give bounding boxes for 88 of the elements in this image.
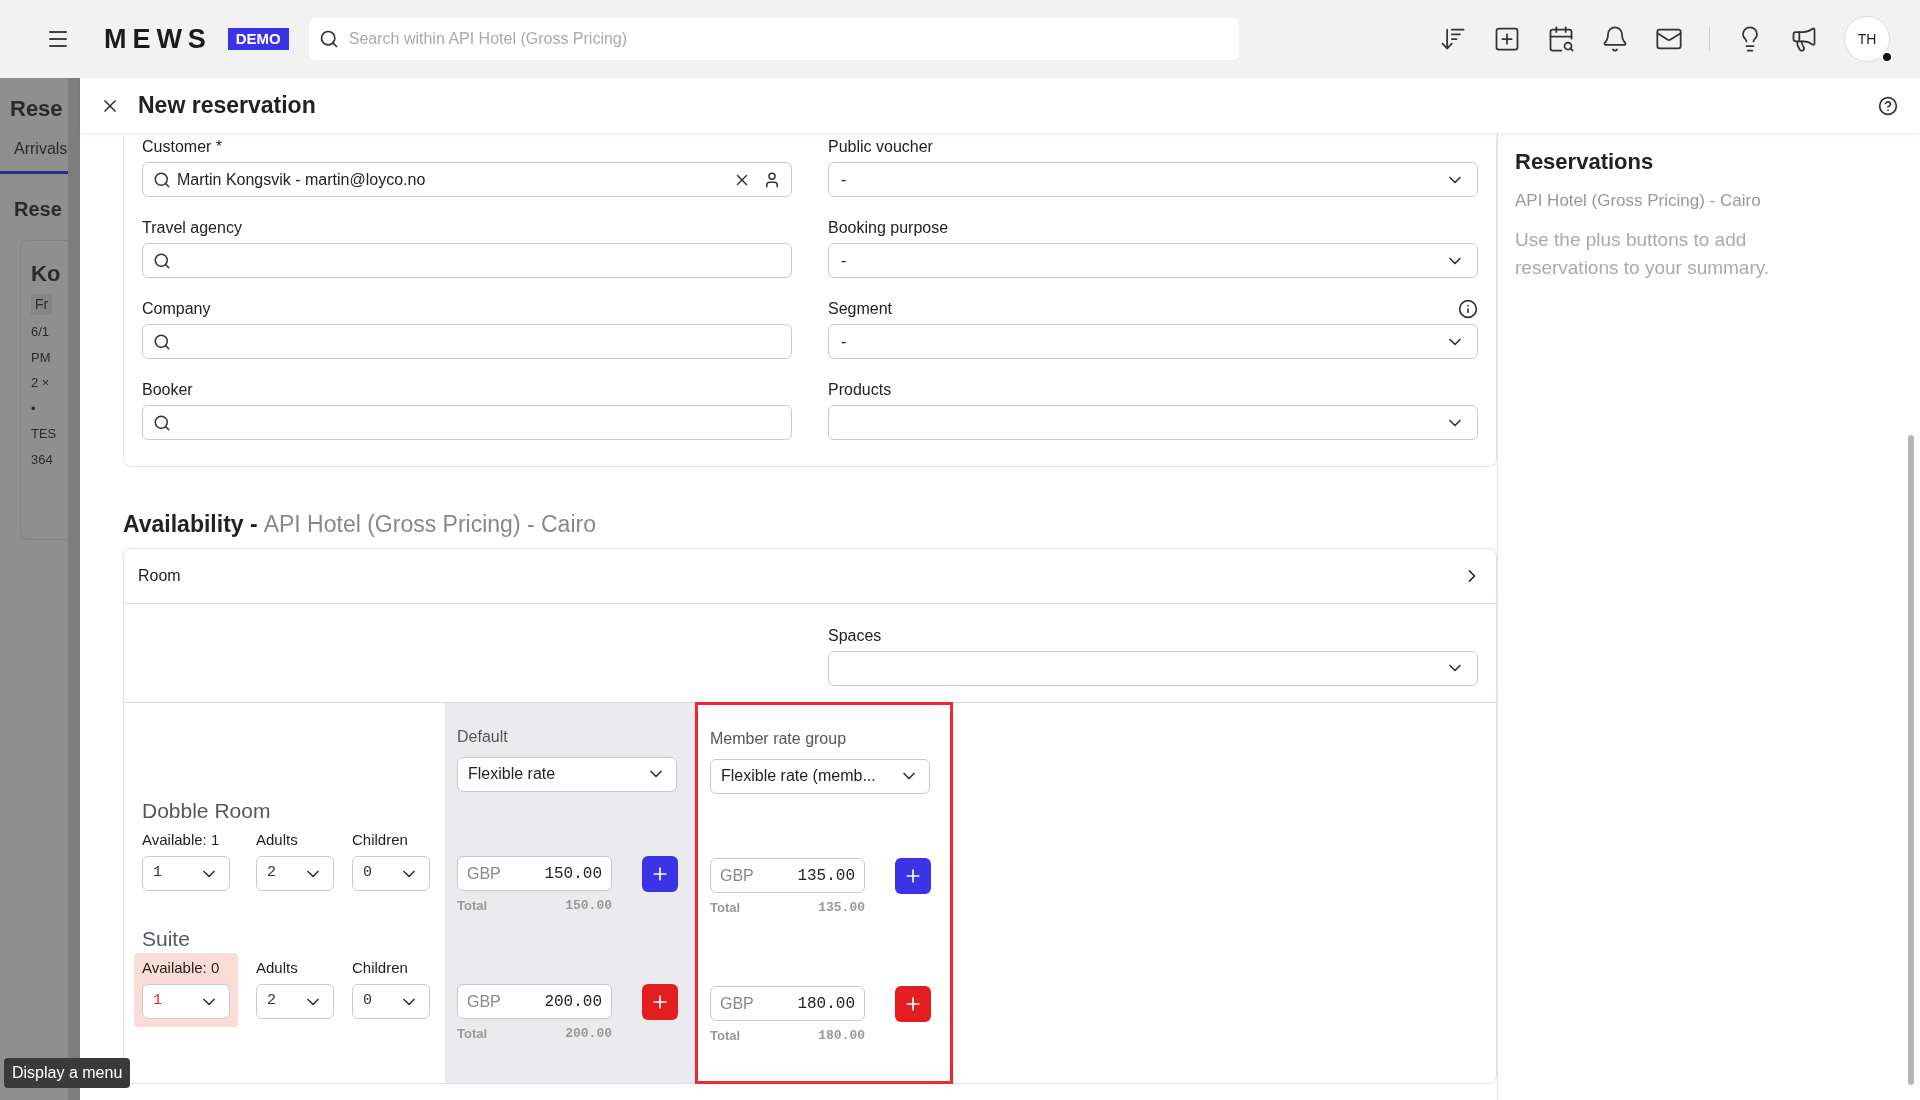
total-label: Total <box>710 1026 741 1045</box>
info-icon[interactable] <box>1458 299 1478 319</box>
field-label: Public voucher <box>828 137 933 157</box>
tooltip: Display a menu <box>4 1058 131 1088</box>
card-line: 364 <box>31 450 53 469</box>
price-field[interactable]: GBP 180.00 <box>710 986 865 1021</box>
field-label: Children <box>352 957 409 978</box>
field-label: Customer * <box>142 137 223 157</box>
children-select[interactable]: 0 <box>352 856 430 891</box>
field-label: Products <box>828 380 892 400</box>
search-field[interactable]: Martin Kongsvik - martin@loyco.no <box>142 162 792 197</box>
megaphone-icon[interactable] <box>1790 25 1818 53</box>
field-label: Adults <box>256 957 299 978</box>
adults-select[interactable]: 2 <box>256 984 334 1019</box>
field-label: Segment <box>828 299 893 319</box>
search-field[interactable] <box>142 324 792 359</box>
search-icon <box>153 170 171 189</box>
total-value: 135.00 <box>818 898 865 917</box>
hotel-name: API Hotel (Gross Pricing) - Cairo <box>263 510 596 539</box>
search-field[interactable] <box>142 243 792 278</box>
count-select[interactable]: 1 <box>142 856 230 891</box>
summary-hint: Use the plus buttons to add reservations to your summary. <box>1515 227 1771 280</box>
field-label: Booking purpose <box>828 218 949 238</box>
search-icon <box>153 413 171 432</box>
card-line: PM <box>31 348 51 367</box>
plus-square-icon[interactable] <box>1493 25 1521 53</box>
total-label: Total <box>710 898 741 917</box>
bell-icon[interactable] <box>1601 25 1629 53</box>
section-title: Rese <box>14 197 62 222</box>
field-label: Adults <box>256 829 299 850</box>
total-label: Total <box>457 1024 488 1043</box>
search-icon <box>153 251 171 270</box>
card-line: • <box>31 399 36 418</box>
modal-title: New reservation <box>138 91 316 121</box>
summary-hotel: API Hotel (Gross Pricing) - Cairo <box>1515 190 1762 212</box>
add-button[interactable] <box>642 855 678 892</box>
search-field[interactable]: Search within API Hotel (Gross Pricing) <box>308 18 1239 60</box>
select-field[interactable] <box>828 650 1478 686</box>
rate-group-name: Default <box>457 726 509 747</box>
field-label: Children <box>352 829 409 850</box>
summary-title: Reservations <box>1515 148 1655 176</box>
tab[interactable]: Arrivals <box>0 137 68 174</box>
price-field[interactable]: GBP 150.00 <box>457 856 612 891</box>
search-icon <box>153 332 171 351</box>
select-field[interactable] <box>828 405 1478 440</box>
price-field[interactable]: GBP 200.00 <box>457 984 612 1019</box>
rate-select[interactable]: Flexible rate (memb... <box>710 758 930 794</box>
total-value: 180.00 <box>818 1026 865 1045</box>
price-field[interactable]: GBP 135.00 <box>710 858 865 893</box>
rate-group-name: Member rate group <box>710 728 848 749</box>
logo: MEWS <box>104 22 212 56</box>
calendar-icon[interactable] <box>1547 25 1575 53</box>
select-field[interactable]: - <box>828 243 1478 278</box>
field-label: Available: 0 <box>142 957 221 978</box>
card-tag: Fr <box>31 294 53 315</box>
field-label: Company <box>142 299 211 319</box>
search-icon <box>318 29 339 49</box>
children-select[interactable]: 0 <box>352 984 430 1019</box>
total-label: Total <box>457 896 488 915</box>
avatar[interactable]: TH <box>1844 16 1890 62</box>
person-icon[interactable] <box>763 170 781 189</box>
field-label: Booker <box>142 380 193 400</box>
search-input[interactable]: Search within API Hotel (Gross Pricing) <box>348 27 1229 51</box>
card-line: 6/1 <box>31 323 50 341</box>
section-title: Availability - <box>123 510 258 539</box>
help-icon[interactable] <box>1878 95 1898 116</box>
select-field[interactable]: - <box>828 162 1478 197</box>
count-select[interactable]: 1 <box>142 984 230 1019</box>
card-line: 2 × <box>31 374 50 392</box>
field-label: Available: 1 <box>142 829 221 850</box>
card-line: TES <box>31 425 57 443</box>
rate-select[interactable]: Flexible rate <box>457 756 677 792</box>
room-row[interactable]: Room <box>124 548 1496 604</box>
add-button[interactable] <box>642 983 678 1020</box>
demo-badge: DEMO <box>227 27 289 51</box>
page-title: Rese <box>10 95 63 123</box>
room-name: Dobble Room <box>142 797 272 824</box>
add-button[interactable] <box>895 857 931 894</box>
adults-select[interactable]: 2 <box>256 856 334 891</box>
total-value: 200.00 <box>565 1024 612 1043</box>
select-field[interactable]: - <box>828 324 1478 359</box>
total-value: 150.00 <box>565 896 612 915</box>
room-name: Suite <box>142 925 191 952</box>
search-field[interactable] <box>142 405 792 440</box>
field-label: Spaces <box>828 625 883 644</box>
card-title: Ko <box>31 260 61 288</box>
field-label: Travel agency <box>142 218 242 238</box>
add-button[interactable] <box>895 985 931 1022</box>
